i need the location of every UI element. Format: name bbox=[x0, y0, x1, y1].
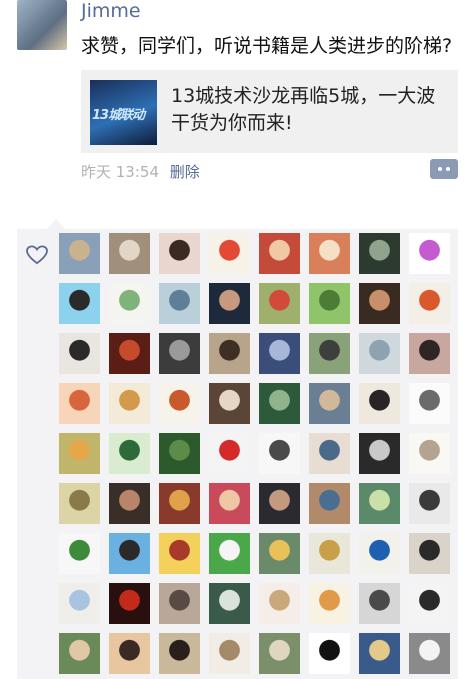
like-avatar[interactable] bbox=[59, 433, 100, 474]
like-avatar[interactable] bbox=[109, 633, 150, 674]
like-avatar[interactable] bbox=[359, 333, 400, 374]
like-avatar[interactable] bbox=[359, 233, 400, 274]
like-avatar[interactable] bbox=[209, 333, 250, 374]
like-avatar[interactable] bbox=[409, 533, 450, 574]
like-avatar[interactable] bbox=[359, 633, 400, 674]
like-avatar[interactable] bbox=[409, 633, 450, 674]
like-avatar[interactable] bbox=[409, 583, 450, 624]
like-avatar[interactable] bbox=[409, 433, 450, 474]
like-avatar[interactable] bbox=[109, 283, 150, 324]
like-avatar-grid bbox=[17, 229, 458, 679]
like-avatar[interactable] bbox=[209, 483, 250, 524]
delete-link[interactable]: 删除 bbox=[170, 163, 200, 181]
like-avatar[interactable] bbox=[259, 233, 300, 274]
like-avatar[interactable] bbox=[259, 333, 300, 374]
like-avatar[interactable] bbox=[109, 333, 150, 374]
like-avatar[interactable] bbox=[309, 483, 350, 524]
like-avatar[interactable] bbox=[209, 283, 250, 324]
like-avatar[interactable] bbox=[259, 483, 300, 524]
like-avatar[interactable] bbox=[159, 383, 200, 424]
like-avatar[interactable] bbox=[309, 333, 350, 374]
like-avatar[interactable] bbox=[109, 483, 150, 524]
like-avatar[interactable] bbox=[309, 433, 350, 474]
like-avatar[interactable] bbox=[309, 583, 350, 624]
like-avatar[interactable] bbox=[59, 483, 100, 524]
like-avatar[interactable] bbox=[309, 533, 350, 574]
like-avatar[interactable] bbox=[259, 533, 300, 574]
like-avatar[interactable] bbox=[159, 233, 200, 274]
panel-arrow bbox=[47, 219, 65, 229]
user-avatar[interactable] bbox=[17, 0, 67, 50]
like-avatar[interactable] bbox=[309, 283, 350, 324]
like-avatar[interactable] bbox=[309, 233, 350, 274]
link-thumbnail-text: 13城联动 bbox=[92, 108, 145, 123]
post-meta: 昨天 13:54 删除 bbox=[81, 162, 200, 182]
like-avatar[interactable] bbox=[209, 433, 250, 474]
like-avatar[interactable] bbox=[109, 233, 150, 274]
like-avatar[interactable] bbox=[159, 283, 200, 324]
like-avatar[interactable] bbox=[409, 333, 450, 374]
like-avatar[interactable] bbox=[359, 583, 400, 624]
like-avatar[interactable] bbox=[109, 383, 150, 424]
username[interactable]: Jimme bbox=[81, 0, 141, 22]
like-avatar[interactable] bbox=[359, 383, 400, 424]
link-title: 13城技术沙龙再临5城，一大波干货为你而来! bbox=[171, 85, 436, 134]
like-avatar[interactable] bbox=[359, 483, 400, 524]
like-avatar[interactable] bbox=[409, 383, 450, 424]
like-avatar[interactable] bbox=[159, 483, 200, 524]
like-avatar[interactable] bbox=[209, 233, 250, 274]
link-card[interactable]: 13城联动 13城技术沙龙再临5城，一大波干货为你而来! bbox=[81, 70, 458, 153]
like-avatar[interactable] bbox=[159, 433, 200, 474]
like-avatar[interactable] bbox=[59, 633, 100, 674]
like-avatar[interactable] bbox=[259, 633, 300, 674]
like-avatar[interactable] bbox=[209, 583, 250, 624]
like-avatar[interactable] bbox=[209, 633, 250, 674]
like-avatar[interactable] bbox=[109, 533, 150, 574]
like-avatar[interactable] bbox=[59, 283, 100, 324]
like-avatar[interactable] bbox=[409, 483, 450, 524]
like-avatar[interactable] bbox=[259, 383, 300, 424]
like-avatar[interactable] bbox=[109, 583, 150, 624]
like-avatar[interactable] bbox=[159, 333, 200, 374]
like-avatar[interactable] bbox=[209, 383, 250, 424]
like-avatar[interactable] bbox=[409, 283, 450, 324]
like-avatar[interactable] bbox=[309, 383, 350, 424]
like-avatar[interactable] bbox=[259, 283, 300, 324]
comment-button[interactable] bbox=[430, 159, 458, 179]
like-avatar[interactable] bbox=[59, 583, 100, 624]
link-thumbnail: 13城联动 bbox=[90, 80, 157, 145]
like-avatar[interactable] bbox=[359, 283, 400, 324]
like-avatar[interactable] bbox=[59, 383, 100, 424]
like-avatar[interactable] bbox=[159, 583, 200, 624]
like-avatar[interactable] bbox=[359, 533, 400, 574]
likes-panel bbox=[17, 219, 458, 679]
like-avatar[interactable] bbox=[259, 583, 300, 624]
post-time: 昨天 13:54 bbox=[81, 163, 159, 181]
like-avatar[interactable] bbox=[59, 233, 100, 274]
like-avatar[interactable] bbox=[209, 533, 250, 574]
like-avatar[interactable] bbox=[159, 533, 200, 574]
like-avatar[interactable] bbox=[159, 633, 200, 674]
post-text: 求赞，同学们，听说书籍是人类进步的阶梯? bbox=[81, 35, 453, 57]
like-avatar[interactable] bbox=[59, 333, 100, 374]
like-avatar[interactable] bbox=[309, 633, 350, 674]
like-avatar[interactable] bbox=[409, 233, 450, 274]
like-avatar[interactable] bbox=[359, 433, 400, 474]
like-avatar[interactable] bbox=[259, 433, 300, 474]
like-avatar[interactable] bbox=[59, 533, 100, 574]
like-avatar[interactable] bbox=[109, 433, 150, 474]
